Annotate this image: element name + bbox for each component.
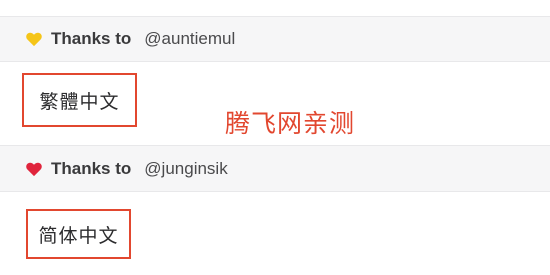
- language-label: 繁體中文: [39, 90, 120, 113]
- watermark-text: 腾飞网亲测: [225, 109, 356, 138]
- contributor-handle[interactable]: @auntiemul: [144, 29, 235, 49]
- thanks-label: Thanks to: [51, 29, 132, 48]
- credit-header-simplified: Thanks to @junginsik: [0, 145, 550, 192]
- thanks-label: Thanks to: [51, 158, 132, 178]
- language-label: 简体中文: [38, 224, 119, 247]
- language-option-traditional-chinese[interactable]: 繁體中文: [22, 73, 137, 127]
- language-option-simplified-chinese[interactable]: 简体中文: [26, 209, 131, 259]
- contributor-handle[interactable]: @junginsik: [144, 159, 227, 179]
- yellow-heart-icon: [25, 30, 43, 48]
- credit-header-traditional: Thanks to @auntiemul: [0, 16, 550, 62]
- red-heart-icon: [25, 160, 43, 178]
